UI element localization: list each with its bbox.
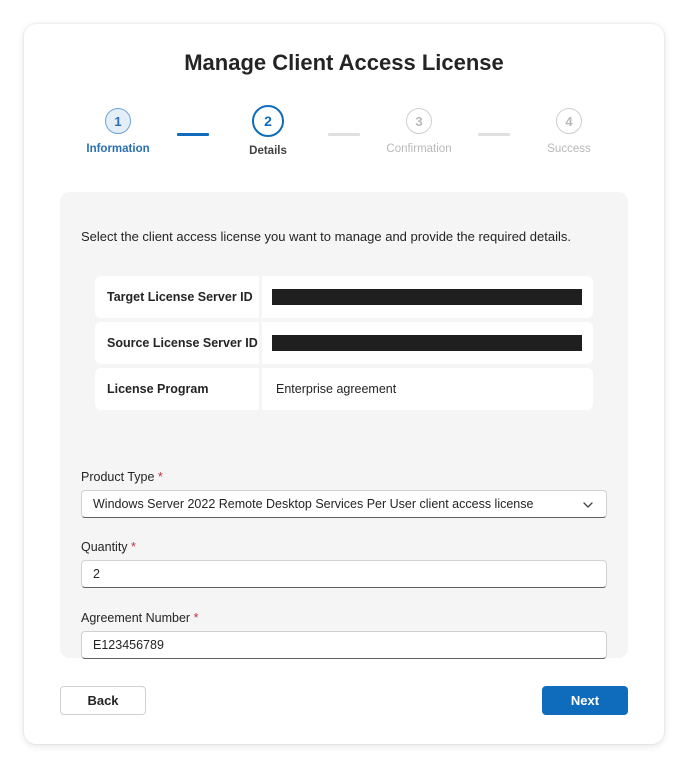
step-number: 1 <box>105 108 131 134</box>
info-label: License Program <box>95 368 259 410</box>
quantity-field: Quantity * 2 <box>81 540 607 588</box>
details-panel: Select the client access license you wan… <box>60 192 628 659</box>
product-type-label-text: Product Type <box>81 470 155 484</box>
next-button[interactable]: Next <box>542 686 628 715</box>
product-type-value: Windows Server 2022 Remote Desktop Servi… <box>93 497 534 511</box>
step-confirmation: 3 Confirmation <box>364 108 474 155</box>
agreement-number-value: E123456789 <box>93 638 164 652</box>
agreement-number-label-text: Agreement Number <box>81 611 191 625</box>
agreement-number-field: Agreement Number * E123456789 <box>81 611 607 659</box>
step-number: 2 <box>252 105 284 137</box>
step-information: 1 Information <box>63 108 173 155</box>
back-button[interactable]: Back <box>60 686 146 715</box>
info-label: Target License Server ID <box>95 276 259 318</box>
agreement-number-label: Agreement Number * <box>81 611 607 625</box>
product-type-label: Product Type * <box>81 470 607 484</box>
step-label: Success <box>547 143 591 155</box>
step-connector <box>328 133 360 136</box>
step-details: 2 Details <box>213 105 323 157</box>
info-label: Source License Server ID <box>95 322 259 364</box>
agreement-number-input[interactable]: E123456789 <box>81 631 607 659</box>
product-type-dropdown[interactable]: Windows Server 2022 Remote Desktop Servi… <box>81 490 607 518</box>
wizard-card: Manage Client Access License 1 Informati… <box>24 24 664 744</box>
required-marker: * <box>157 470 163 484</box>
step-success: 4 Success <box>514 108 624 155</box>
redacted-value <box>272 289 582 305</box>
redacted-value <box>272 335 582 351</box>
quantity-label: Quantity * <box>81 540 607 554</box>
info-row-source-server: Source License Server ID <box>95 322 593 364</box>
quantity-input[interactable]: 2 <box>81 560 607 588</box>
info-value: Enterprise agreement <box>262 368 593 410</box>
intro-text: Select the client access license you wan… <box>81 229 571 244</box>
required-marker: * <box>131 540 136 554</box>
required-marker: * <box>193 611 199 625</box>
step-connector <box>478 133 510 136</box>
chevron-down-icon <box>583 502 593 508</box>
step-number: 3 <box>406 108 432 134</box>
info-row-license-program: License Program Enterprise agreement <box>95 368 593 410</box>
wizard-stepper: 1 Information 2 Details 3 Confirmation 4… <box>24 105 664 168</box>
info-row-target-server: Target License Server ID <box>95 276 593 318</box>
quantity-label-text: Quantity <box>81 540 128 554</box>
step-label: Details <box>249 145 287 157</box>
info-value <box>262 276 593 318</box>
info-value <box>262 322 593 364</box>
license-info-table: Target License Server ID Source License … <box>95 276 593 414</box>
page-title: Manage Client Access License <box>184 50 504 75</box>
step-label: Confirmation <box>386 143 452 155</box>
step-number: 4 <box>556 108 582 134</box>
step-connector <box>177 133 209 136</box>
step-label: Information <box>86 143 150 155</box>
quantity-value: 2 <box>93 567 100 581</box>
product-type-field: Product Type * Windows Server 2022 Remot… <box>81 470 607 518</box>
